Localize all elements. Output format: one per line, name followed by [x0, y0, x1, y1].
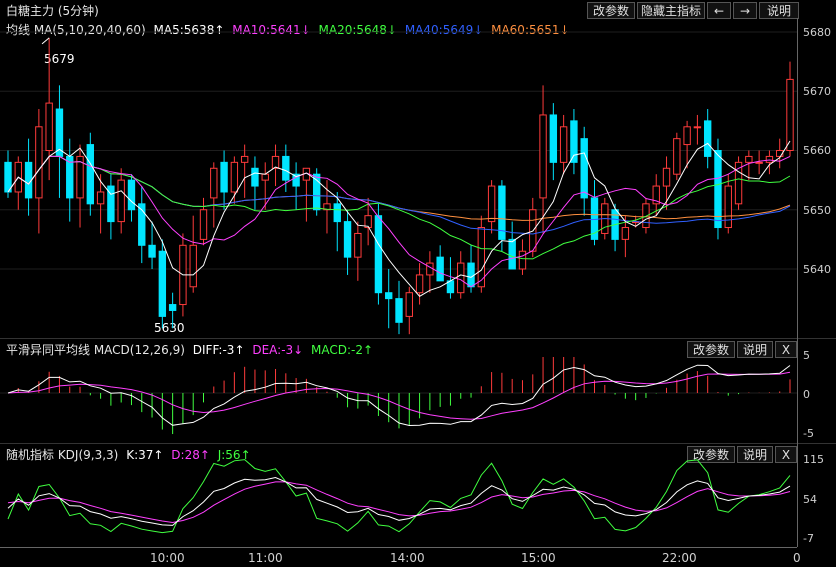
candle-body	[86, 144, 95, 205]
y-tick-main: 5660	[803, 144, 831, 157]
candle-body	[127, 179, 136, 211]
candle-body	[580, 138, 588, 199]
y-tick-kdj: 115	[803, 453, 824, 466]
candle-body	[487, 185, 496, 223]
candle-body	[24, 161, 33, 199]
y-tick-main: 5650	[803, 204, 831, 217]
kdj-k-line	[7, 476, 791, 526]
candle-body	[343, 221, 352, 258]
y-tick-main: 5670	[803, 85, 831, 98]
candle-body	[4, 161, 12, 193]
candle-body	[673, 138, 681, 175]
candle-body	[539, 114, 547, 199]
candle-body	[261, 173, 269, 181]
x-tick: 10:00	[150, 551, 185, 565]
y-tick-main: 5680	[803, 26, 831, 39]
y-tick-main: 5640	[803, 263, 831, 276]
candle-body	[374, 215, 383, 294]
x-tick: 0	[793, 551, 801, 565]
y-tick-macd: 0	[803, 388, 810, 401]
candle-body	[518, 250, 527, 270]
candle-body	[385, 292, 393, 300]
candle-body	[333, 203, 341, 223]
candle-body	[662, 167, 671, 187]
y-tick-macd: 5	[803, 349, 810, 362]
candle-body	[354, 232, 362, 258]
candle-body	[508, 238, 516, 270]
candle-body	[765, 155, 774, 163]
candle-body	[35, 126, 43, 199]
candle-body	[240, 155, 249, 163]
candle-body	[693, 126, 702, 129]
candle-body	[45, 102, 53, 151]
candle-body	[96, 191, 105, 205]
kdj-d-line	[7, 481, 791, 524]
ma10-line	[7, 155, 791, 288]
candle-body	[199, 209, 208, 240]
candle-body	[724, 185, 732, 229]
candle-body	[395, 298, 403, 323]
candle-body	[549, 114, 558, 163]
candle-body	[415, 274, 424, 294]
candle-body	[703, 120, 712, 157]
x-tick: 11:00	[248, 551, 283, 565]
candle-body	[457, 262, 465, 294]
y-tick-macd: -5	[803, 427, 814, 440]
candle-body	[559, 126, 568, 163]
candle-body	[745, 155, 753, 163]
y-tick-kdj: 54	[803, 493, 817, 506]
ma60-line	[7, 155, 791, 221]
candle-body	[621, 227, 630, 240]
candle-body	[405, 292, 413, 317]
candle-body	[282, 155, 290, 181]
candle-body	[148, 244, 156, 258]
candle-body	[117, 179, 125, 223]
x-tick: 14:00	[390, 551, 425, 565]
candle-body	[755, 161, 763, 164]
candle-body	[189, 244, 197, 288]
y-axis-line	[797, 18, 798, 547]
x-tick: 15:00	[521, 551, 556, 565]
candle-body	[271, 155, 280, 169]
x-axis-line	[0, 547, 797, 548]
high-marker-line	[41, 37, 50, 45]
candle-body	[786, 78, 794, 151]
candle-body	[220, 161, 228, 193]
candle-body	[210, 167, 218, 199]
kline-chart[interactable]	[0, 0, 797, 547]
candle-body	[683, 126, 691, 146]
candle-body	[642, 203, 650, 229]
candle-body	[251, 167, 259, 187]
y-tick-kdj: -7	[803, 532, 814, 545]
x-tick: 22:00	[662, 551, 697, 565]
candle-body	[230, 161, 239, 193]
candle-body	[168, 304, 177, 311]
candle-body	[436, 256, 444, 282]
candle-body	[158, 250, 167, 317]
candle-body	[467, 262, 475, 288]
